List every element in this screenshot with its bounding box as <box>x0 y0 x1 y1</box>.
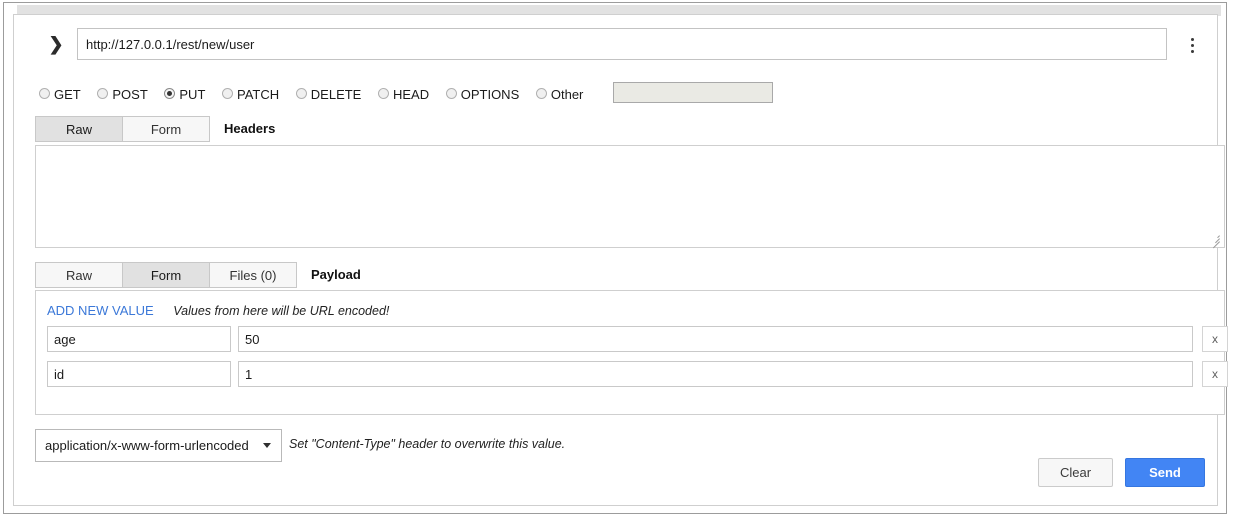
content-type-note: Set "Content-Type" header to overwrite t… <box>289 437 566 451</box>
url-bar: ❯ <box>35 28 1205 62</box>
radio-mark-put <box>164 87 176 99</box>
method-label-delete: DELETE <box>310 86 362 102</box>
headers-tab-form[interactable]: Form <box>122 116 210 142</box>
payload-tabstrip: Raw Form Files (0) Payload <box>35 262 361 288</box>
radio-mark-head <box>377 87 389 99</box>
headers-section-title: Headers <box>224 121 276 136</box>
method-label-options: OPTIONS <box>460 86 520 102</box>
custom-method-input[interactable] <box>613 82 773 103</box>
payload-delete-button-1[interactable]: x <box>1202 361 1228 387</box>
payload-value-input-1[interactable] <box>238 361 1193 387</box>
overflow-menu-icon[interactable] <box>1182 32 1202 58</box>
radio-mark-delete <box>295 87 307 99</box>
method-radio-get[interactable]: GET <box>39 86 81 102</box>
payload-value-input-0[interactable] <box>238 326 1193 352</box>
table-row: x <box>47 326 1228 352</box>
headers-tab-raw[interactable]: Raw <box>35 116 123 142</box>
payload-tab-form[interactable]: Form <box>122 262 210 288</box>
radio-mark-patch <box>222 87 234 99</box>
payload-form-panel: ADD NEW VALUE Values from here will be U… <box>35 290 1228 415</box>
url-input[interactable] <box>77 28 1167 60</box>
method-radio-head[interactable]: HEAD <box>377 86 430 102</box>
application-window: ❯ GET POST PUT PATCH DELETE H <box>3 2 1228 514</box>
chevron-right-icon[interactable]: ❯ <box>45 31 67 57</box>
method-radio-patch[interactable]: PATCH <box>222 86 279 102</box>
table-row: x <box>47 361 1228 387</box>
payload-section-title: Payload <box>311 267 361 282</box>
method-radio-post[interactable]: POST <box>97 86 148 102</box>
method-radio-delete[interactable]: DELETE <box>295 86 362 102</box>
payload-delete-button-0[interactable]: x <box>1202 326 1228 352</box>
payload-tab-files[interactable]: Files (0) <box>209 262 297 288</box>
radio-mark-options <box>445 87 457 99</box>
url-encoded-note: Values from here will be URL encoded! <box>173 303 390 318</box>
clear-button[interactable]: Clear <box>1038 458 1113 487</box>
payload-tab-raw[interactable]: Raw <box>35 262 123 288</box>
method-label-put: PUT <box>179 86 206 102</box>
content-type-select[interactable]: application/x-www-form-urlencoded <box>35 429 282 462</box>
method-radio-options[interactable]: OPTIONS <box>445 86 520 102</box>
request-panel: ❯ GET POST PUT PATCH DELETE H <box>13 14 1228 506</box>
headers-textarea[interactable] <box>35 145 1225 248</box>
payload-key-input-1[interactable] <box>47 361 231 387</box>
headers-tabstrip: Raw Form Headers <box>35 116 275 142</box>
add-new-value-link[interactable]: ADD NEW VALUE <box>47 303 154 318</box>
radio-mark-other <box>535 87 547 99</box>
method-label-get: GET <box>54 86 81 102</box>
payload-key-input-0[interactable] <box>47 326 231 352</box>
method-label-patch: PATCH <box>237 86 280 102</box>
method-radio-other[interactable]: Other <box>535 86 584 102</box>
method-radio-put[interactable]: PUT <box>164 86 205 102</box>
method-label-other: Other <box>550 86 584 102</box>
radio-mark-get <box>39 87 50 99</box>
send-button[interactable]: Send <box>1125 458 1205 487</box>
payload-panel-header: ADD NEW VALUE Values from here will be U… <box>47 302 389 320</box>
method-label-head: HEAD <box>392 86 430 102</box>
radio-mark-post <box>97 87 109 99</box>
method-label-post: POST <box>112 86 148 102</box>
http-method-group: GET POST PUT PATCH DELETE HEAD OPTIONS O… <box>39 82 773 107</box>
